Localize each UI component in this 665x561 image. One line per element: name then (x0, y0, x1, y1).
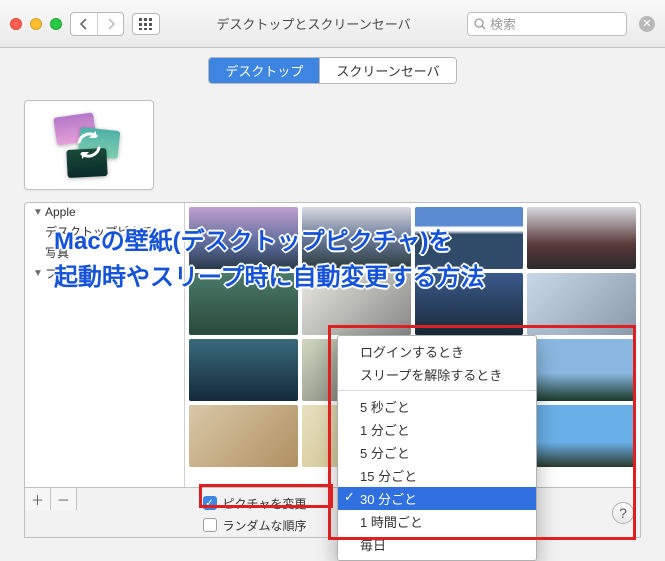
window-title: デスクトップとスクリーンセーバ (168, 14, 459, 33)
random-order-label: ランダムな順序 (223, 517, 307, 534)
disclosure-triangle-icon[interactable]: ▼ (33, 268, 43, 279)
traffic-lights (10, 18, 62, 30)
annotation-highlight-menu (328, 325, 636, 540)
current-wallpaper-preview (24, 100, 154, 190)
sidebar-group-apple[interactable]: ▼Apple (25, 203, 184, 221)
tab-bar: デスクトップ スクリーンセーバ (0, 48, 665, 92)
add-folder-button[interactable]: ＋ (25, 488, 51, 510)
annotation-highlight-checkbox (199, 484, 333, 508)
wallpaper-thumb[interactable] (189, 405, 298, 467)
add-remove-segment: ＋ － (25, 488, 77, 510)
minimize-button[interactable] (30, 18, 42, 30)
wallpaper-thumb[interactable] (189, 339, 298, 401)
cycle-pictures-icon (49, 115, 129, 175)
disclosure-triangle-icon[interactable]: ▼ (33, 207, 43, 218)
search-placeholder: 検索 (490, 14, 516, 33)
tab-segment: デスクトップ スクリーンセーバ (208, 57, 456, 84)
forward-button[interactable] (97, 13, 123, 35)
wallpaper-thumb[interactable] (527, 207, 636, 269)
preferences-window: デスクトップとスクリーンセーバ 検索 ✕ デスクトップ スクリーンセーバ ▼Ap… (0, 0, 665, 561)
random-order-checkbox[interactable] (203, 518, 217, 532)
back-button[interactable] (71, 13, 97, 35)
title-bar: デスクトップとスクリーンセーバ 検索 ✕ (0, 0, 665, 48)
search-icon (474, 18, 486, 30)
nav-back-forward (70, 12, 124, 36)
annotation-text-line-2: 起動時やスリープ時に自動変更する方法 (54, 257, 485, 292)
show-all-button[interactable] (132, 13, 160, 35)
search-field[interactable]: 検索 (467, 12, 627, 36)
tab-screensaver[interactable]: スクリーンセーバ (319, 58, 455, 83)
zoom-button[interactable] (50, 18, 62, 30)
close-button[interactable] (10, 18, 22, 30)
annotation-text-line-1: Macの壁紙(デスクトップピクチャ)を (54, 221, 452, 256)
remove-folder-button[interactable]: － (51, 488, 77, 510)
tab-desktop[interactable]: デスクトップ (209, 58, 319, 83)
clear-search-button[interactable]: ✕ (639, 16, 655, 32)
